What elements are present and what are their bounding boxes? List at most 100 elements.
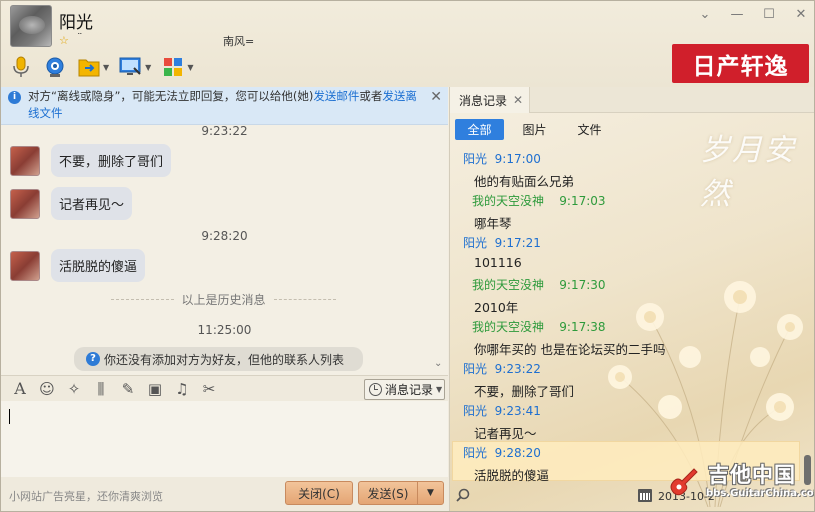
history-sender: 阳光 9:23:41 (463, 404, 541, 418)
status-mark: ¨ (77, 31, 83, 44)
info-icon: i (8, 91, 21, 104)
file-transfer-button[interactable] (77, 55, 101, 79)
ad-text[interactable]: 小网站广告亮星，还你清爽浏览 (9, 488, 163, 504)
microphone-icon (13, 56, 29, 77)
chevron-down-icon[interactable]: ▼ (145, 63, 151, 72)
screen-share-icon (119, 57, 141, 75)
minimize-icon[interactable]: — (730, 7, 744, 22)
message-bubble[interactable]: 活脱脱的傻逼 (51, 249, 146, 282)
divider-line (111, 299, 174, 300)
message-time: 9:23:22 (201, 124, 248, 138)
scissors-icon[interactable]: ✂ (200, 380, 218, 398)
ad-banner[interactable]: 日产轩逸 (672, 44, 809, 83)
music-icon[interactable]: ♫ (173, 380, 191, 398)
input-toolbar: A ☺ ✧ ⫼ ✎ ▣ ♫ ✂ 消息记录 ▼ (1, 375, 448, 401)
friend-tip: ? 你还没有添加对方为好友，但他的联系人列表 (74, 347, 363, 371)
history-divider: 以上是历史消息 (111, 291, 337, 308)
filter-all[interactable]: 全部 (455, 119, 504, 140)
apps-icon (164, 58, 183, 76)
history-filters: 全部 图片 文件 (455, 119, 620, 140)
window-controls: ⌄ — ☐ ✕ (698, 7, 808, 22)
video-call-icon (46, 57, 64, 77)
history-tab-bar: 消息记录 ✕ (450, 87, 814, 113)
contact-avatar[interactable] (10, 5, 52, 47)
shake-icon[interactable]: ⫼ (92, 380, 110, 398)
history-sender: 阳光 9:23:22 (463, 362, 541, 376)
history-message[interactable]: 活脱脱的傻逼 (474, 465, 549, 484)
divider-line (273, 299, 337, 300)
apps-button[interactable] (161, 55, 185, 79)
chevron-down-icon: ▼ (436, 385, 443, 394)
filter-images[interactable]: 图片 (510, 119, 559, 140)
history-message[interactable]: 哪年琴 (474, 213, 512, 232)
font-icon[interactable]: A (11, 379, 29, 398)
message-row: 不要，删除了哥们 (10, 144, 172, 177)
voice-call-button[interactable] (9, 55, 33, 79)
watermark-url: bbs.GuitarChina.com (706, 488, 815, 499)
message-history-label: 消息记录 (385, 383, 434, 397)
close-icon[interactable]: ✕ (794, 7, 808, 22)
history-message[interactable]: 2010年 (474, 297, 518, 316)
magic-wand-icon[interactable]: ✧ (65, 380, 83, 398)
history-scrollbar[interactable] (802, 147, 812, 495)
history-message[interactable]: 不要，删除了哥们 (474, 381, 574, 400)
history-panel: 岁月安然 消息记录 ✕ 全部 图片 文件 阳光 9:17:00 他的有贴面么兄弟… (449, 87, 814, 511)
send-email-link[interactable]: 发送邮件 (313, 89, 359, 103)
text-cursor (9, 409, 10, 424)
history-message[interactable]: 你哪年买的 也是在论坛买的二手吗 (474, 339, 665, 358)
message-bubble[interactable]: 不要，删除了哥们 (51, 144, 172, 177)
help-icon: ? (86, 352, 100, 366)
chevron-down-icon[interactable]: ⌄ (434, 358, 442, 369)
history-message[interactable]: 他的有贴面么兄弟 (474, 171, 574, 190)
chevron-down-icon[interactable]: ⌄ (698, 7, 712, 22)
screenshot-icon[interactable]: ✎ (119, 380, 137, 398)
chevron-down-icon: ▼ (427, 488, 434, 498)
close-icon[interactable]: ✕ (430, 89, 442, 106)
friend-tip-text: 你还没有添加对方为好友，但他的联系人列表 (104, 352, 345, 367)
screen-share-button[interactable] (119, 55, 143, 79)
image-icon[interactable]: ▣ (146, 380, 164, 398)
chat-message-area[interactable]: i 对方“离线或隐身”，可能无法立即回复，您可以给他(她)发送邮件或者发送离线文… (1, 87, 448, 375)
filter-files[interactable]: 文件 (565, 119, 614, 140)
emoji-icon[interactable]: ☺ (38, 380, 56, 398)
chat-toolbar: ▼ ▼ ▼ (9, 55, 193, 79)
avatar[interactable] (10, 250, 40, 281)
history-message[interactable]: 101116 (474, 255, 522, 270)
chevron-down-icon[interactable]: ▼ (103, 63, 109, 72)
search-icon[interactable] (456, 488, 470, 502)
chat-header: 阳光 ☆ ¨ 南风= ⌄ — ☐ ✕ ▼ ▼ ▼ 日产轩逸 (1, 1, 814, 87)
file-transfer-icon (78, 59, 100, 77)
contact-name[interactable]: 阳光 (59, 8, 93, 33)
avatar[interactable] (10, 145, 40, 176)
close-button[interactable]: 关闭(C) (285, 481, 353, 505)
send-button[interactable]: 发送(S) (358, 481, 418, 505)
chevron-down-icon[interactable]: ▼ (187, 63, 193, 72)
chat-window: 阳光 ☆ ¨ 南风= ⌄ — ☐ ✕ ▼ ▼ ▼ 日产轩逸 i 对方“离线或隐身… (0, 0, 815, 512)
calendar-icon[interactable] (638, 489, 652, 502)
avatar[interactable] (10, 188, 40, 219)
offline-notice: i 对方“离线或隐身”，可能无法立即回复，您可以给他(她)发送邮件或者发送离线文… (1, 87, 448, 125)
notice-text-mid: 或者 (359, 89, 383, 103)
message-row: 活脱脱的傻逼 (10, 249, 146, 282)
close-icon[interactable]: ✕ (513, 93, 523, 107)
history-sender: 我的天空没神 9:17:38 (472, 320, 606, 334)
watermark: 吉他中国 bbs.GuitarChina.com (660, 457, 814, 507)
video-call-button[interactable] (43, 55, 67, 79)
message-input[interactable] (1, 401, 448, 477)
history-sender: 阳光 9:17:00 (463, 152, 541, 166)
tab-message-history[interactable]: 消息记录 ✕ (450, 87, 530, 113)
tab-label: 消息记录 (459, 93, 508, 108)
history-sender: 阳光 9:17:21 (463, 236, 541, 250)
guitar-logo-icon (670, 468, 698, 496)
history-sender: 我的天空没神 9:17:30 (472, 278, 606, 292)
maximize-icon[interactable]: ☐ (762, 7, 776, 22)
message-bubble[interactable]: 记者再见～ (51, 187, 133, 220)
deco-text: 岁月安然 (700, 133, 796, 212)
message-time: 11:25:00 (197, 323, 252, 337)
contact-signature: 南风= (223, 35, 255, 48)
notice-text-before: 对方“离线或隐身”，可能无法立即回复，您可以给他(她) (28, 89, 314, 103)
message-row: 记者再见～ (10, 187, 133, 220)
message-history-button[interactable]: 消息记录 ▼ (364, 379, 445, 400)
send-options-button[interactable]: ▼ (417, 481, 444, 505)
history-message[interactable]: 记者再见～ (474, 423, 537, 442)
